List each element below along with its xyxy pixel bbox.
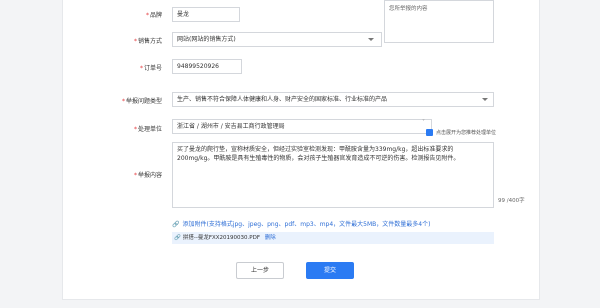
brand-label: *品牌 [145, 12, 162, 19]
add-attachment-link[interactable]: 🔗 添加附件(支持格式jpg、jpeg、png、pdf、mp3、mp4，文件最大5… [172, 219, 430, 228]
sales-method-select[interactable]: 网站(网站的销售方式) [172, 32, 382, 47]
issue-type-label: *举报问题类型 [121, 98, 162, 105]
chevron-down-icon [482, 98, 488, 101]
order-no-label: *订单号 [139, 65, 162, 72]
prev-step-button[interactable]: 上一步 [236, 262, 284, 279]
order-no-input[interactable]: 94899520926 [172, 59, 242, 74]
issue-type-select[interactable]: 生产、销售不符合保障人体健康和人身、财产安全的国家标准、行业标准的产品 [172, 92, 494, 107]
handler-label: *处理单位 [133, 126, 162, 133]
chevron-down-icon [368, 38, 374, 41]
paperclip-icon: 🔗 [172, 221, 180, 228]
chevron-down-icon: ˅ [422, 119, 425, 126]
char-counter: 99 /400字 [498, 198, 525, 204]
submit-button[interactable]: 提交 [306, 262, 354, 279]
handler-select[interactable]: 浙江省 / 湖州市 / 安吉县工商行政管理局 [172, 119, 432, 134]
delete-attachment-link[interactable]: 删除 [265, 235, 276, 241]
checkbox-icon[interactable] [426, 129, 433, 136]
content-label: *举报内容 [133, 172, 162, 179]
report-hint-box: 您所举报的内容 [384, 0, 494, 43]
recommend-handler-label: 点击展开为您推荐处理单位 [436, 130, 497, 136]
sales-method-label: *销售方式 [133, 38, 162, 45]
paperclip-icon: 🔗 [174, 235, 181, 241]
content-textarea[interactable]: 买了曼龙的爬行垫，宣称材质安全，但经过实验室检测发现：甲酰胺含量为339mg/k… [172, 142, 494, 208]
brand-input[interactable]: 曼龙 [172, 7, 240, 22]
attachment-file-row: 🔗 拼搭--曼龙FXX20190030.PDF 删除 [172, 232, 494, 244]
